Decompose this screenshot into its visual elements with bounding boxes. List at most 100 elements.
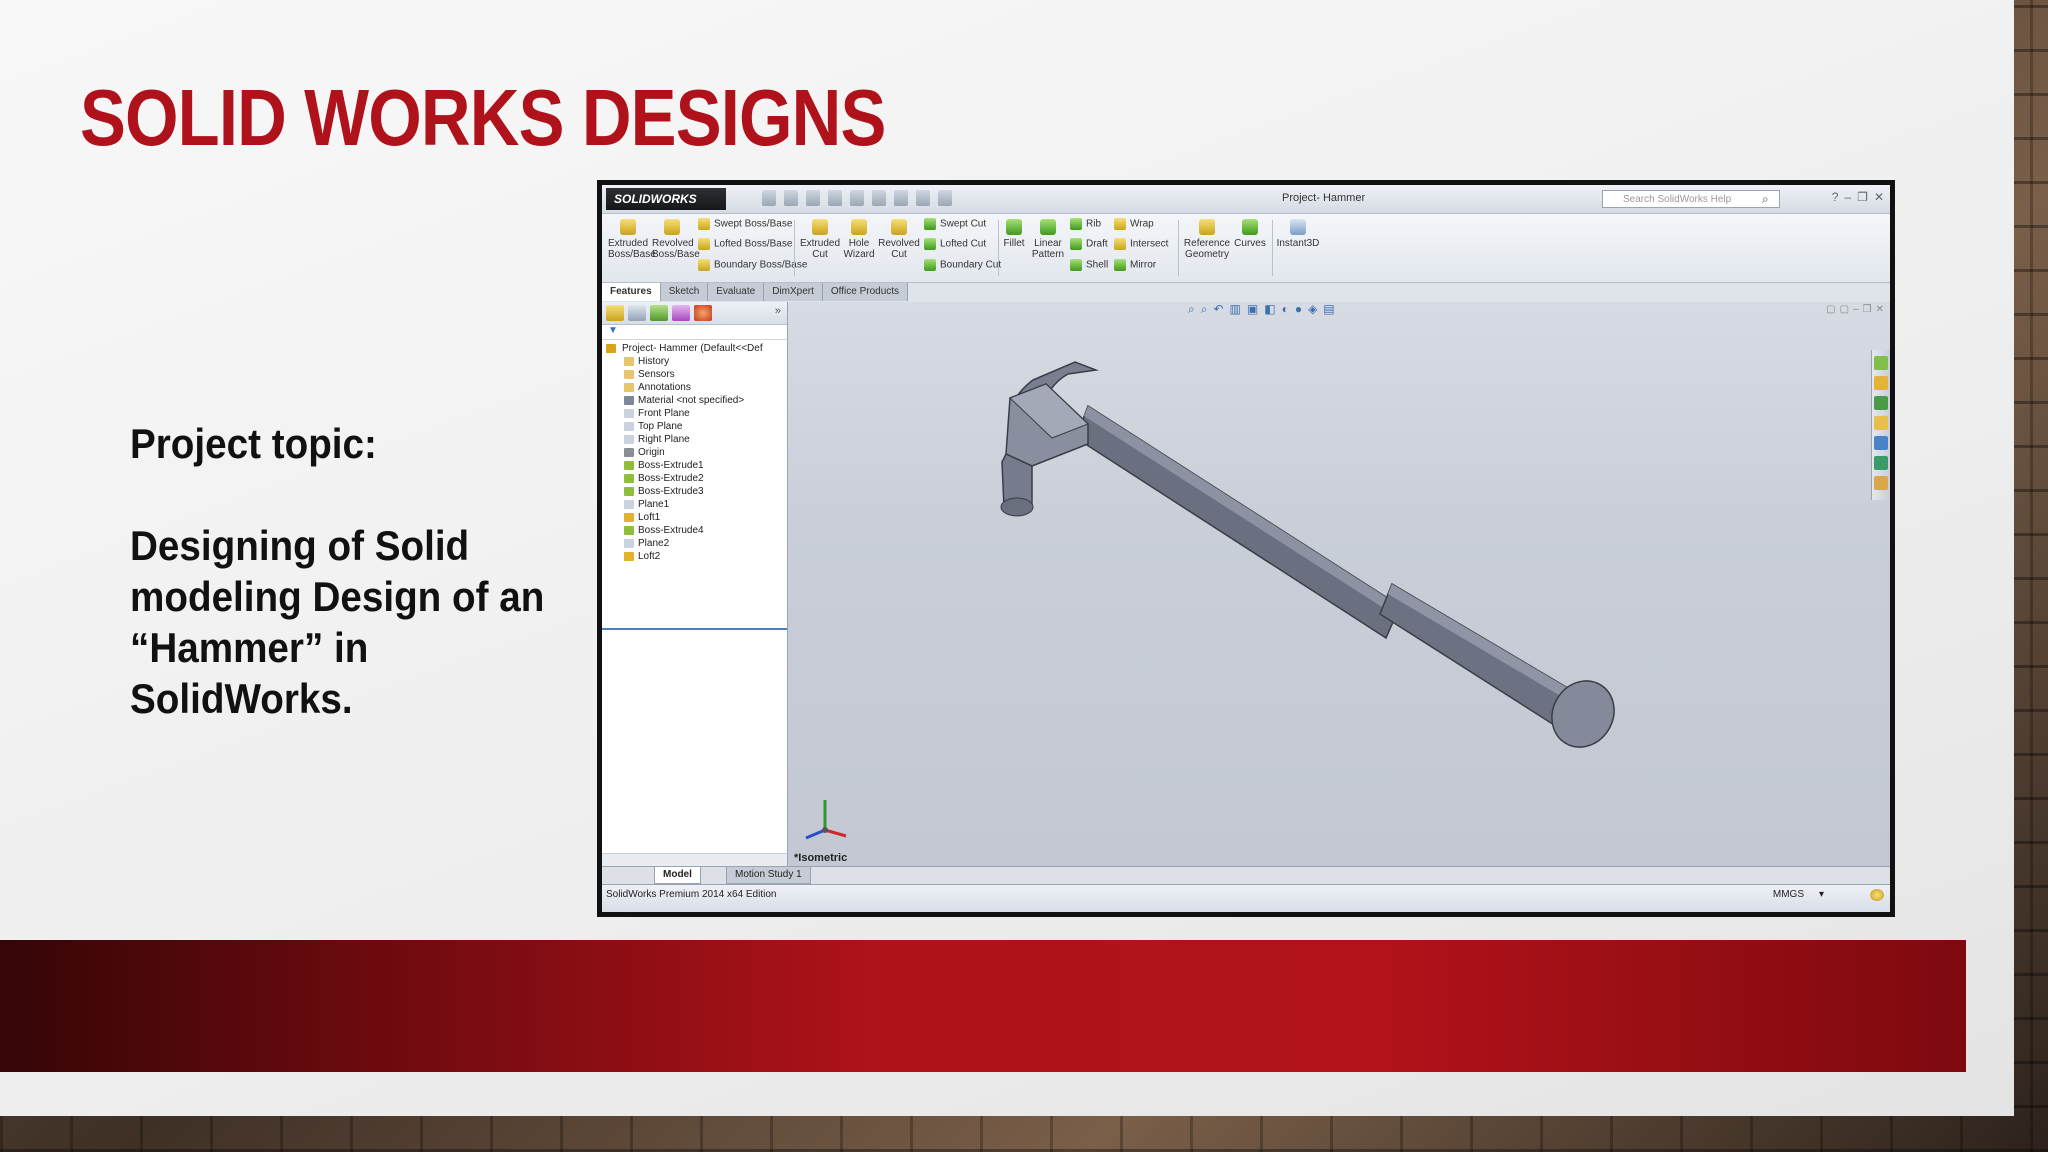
- new-icon[interactable]: [762, 190, 776, 206]
- custom-properties-icon[interactable]: [1874, 456, 1888, 470]
- extruded-cut-button[interactable]: Extruded Cut: [798, 219, 842, 260]
- boundary-cut-icon: [924, 259, 936, 271]
- slide-title: SOLID WORKS DESIGNS: [80, 73, 886, 162]
- fillet-button[interactable]: Fillet: [1002, 219, 1026, 249]
- save-icon[interactable]: [806, 190, 820, 206]
- instant3d-icon: [1290, 219, 1306, 235]
- reference-geometry-button[interactable]: Reference Geometry: [1182, 219, 1232, 260]
- tab-motion-study[interactable]: Motion Study 1: [726, 867, 811, 884]
- lofted-cut-icon: [924, 238, 936, 250]
- graphics-area[interactable]: ⌕ ⌕ ↶ ▥ ▣ ◧ ◐ ● ◈ ▤ ▢ ▢ – ❐ ✕ *Isometric: [788, 302, 1890, 866]
- design-library-icon[interactable]: [1874, 376, 1888, 390]
- tree-item-origin[interactable]: Origin: [602, 446, 787, 459]
- swept-cut-button[interactable]: Swept Cut: [924, 218, 986, 230]
- tab-features[interactable]: Features: [602, 283, 661, 301]
- tree-item-part[interactable]: Project- Hammer (Default<<Def: [602, 342, 787, 355]
- tree-item-boss-extrude1[interactable]: Boss-Extrude1: [602, 459, 787, 472]
- undo-icon[interactable]: [850, 190, 864, 206]
- help-search-input[interactable]: Search SolidWorks Help: [1602, 190, 1780, 208]
- revolved-cut-button[interactable]: Revolved Cut: [878, 219, 920, 260]
- intersect-button[interactable]: Intersect: [1114, 238, 1168, 250]
- tab-sketch[interactable]: Sketch: [660, 283, 709, 301]
- revolved-boss-button[interactable]: Revolved Boss/Base: [652, 219, 700, 260]
- chevron-down-icon[interactable]: ▾: [1819, 885, 1824, 905]
- hole-wizard-button[interactable]: Hole Wizard: [842, 219, 876, 260]
- tree-item-loft2[interactable]: Loft2: [602, 550, 787, 563]
- tree-item-plane2[interactable]: Plane2: [602, 537, 787, 550]
- file-properties-icon[interactable]: [916, 190, 930, 206]
- file-explorer-icon[interactable]: [1874, 396, 1888, 410]
- tree-item-loft1[interactable]: Loft1: [602, 511, 787, 524]
- configuration-manager-icon[interactable]: [650, 305, 668, 321]
- help-icon[interactable]: ?: [1832, 190, 1839, 204]
- lofted-cut-button[interactable]: Lofted Cut: [924, 238, 986, 250]
- tree-item-history[interactable]: History: [602, 355, 787, 368]
- document-title: Project- Hammer: [1282, 192, 1366, 204]
- tab-dimxpert[interactable]: DimXpert: [764, 283, 823, 301]
- tree-item-annotations[interactable]: Annotations: [602, 381, 787, 394]
- tree-item-plane1[interactable]: Plane1: [602, 498, 787, 511]
- units-selector[interactable]: MMGS: [1773, 885, 1804, 905]
- tree-scrollbar[interactable]: [602, 853, 787, 866]
- rebuild-status-icon[interactable]: [1870, 889, 1884, 901]
- open-icon[interactable]: [784, 190, 798, 206]
- linear-pattern-icon: [1040, 219, 1056, 235]
- tree-item-right-plane[interactable]: Right Plane: [602, 433, 787, 446]
- instant3d-button[interactable]: Instant3D: [1276, 219, 1320, 249]
- tree-filter[interactable]: ▼: [602, 325, 787, 340]
- forum-icon[interactable]: [1874, 476, 1888, 490]
- display-manager-icon[interactable]: [694, 305, 712, 321]
- tab-office-products[interactable]: Office Products: [822, 283, 909, 301]
- view-palette-icon[interactable]: [1874, 416, 1888, 430]
- shell-icon: [1070, 259, 1082, 271]
- tab-model[interactable]: Model: [654, 867, 701, 884]
- swept-cut-icon: [924, 218, 936, 230]
- expand-icon[interactable]: »: [775, 305, 781, 317]
- feature-manager-icon[interactable]: [606, 305, 624, 321]
- wrap-button[interactable]: Wrap: [1114, 218, 1154, 230]
- draft-button[interactable]: Draft: [1070, 238, 1108, 250]
- tree-item-boss-extrude4[interactable]: Boss-Extrude4: [602, 524, 787, 537]
- tree-item-material[interactable]: Material <not specified>: [602, 394, 787, 407]
- tree-item-boss-extrude2[interactable]: Boss-Extrude2: [602, 472, 787, 485]
- dimxpert-manager-icon[interactable]: [672, 305, 690, 321]
- extrude-icon: [624, 461, 634, 470]
- split-view-icon[interactable]: ▢: [1826, 304, 1835, 315]
- mirror-button[interactable]: Mirror: [1114, 259, 1156, 271]
- tree-item-front-plane[interactable]: Front Plane: [602, 407, 787, 420]
- options-icon[interactable]: [938, 190, 952, 206]
- extrude-icon: [624, 526, 634, 535]
- print-icon[interactable]: [828, 190, 842, 206]
- restore-icon[interactable]: ❐: [1857, 190, 1868, 204]
- rebuild-icon[interactable]: [894, 190, 908, 206]
- solidworks-logo[interactable]: SOLIDWORKS: [606, 188, 726, 210]
- rib-button[interactable]: Rib: [1070, 218, 1101, 230]
- revolved-cut-icon: [891, 219, 907, 235]
- curves-button[interactable]: Curves: [1234, 219, 1266, 249]
- close-icon[interactable]: ✕: [1874, 190, 1884, 204]
- tree-item-boss-extrude3[interactable]: Boss-Extrude3: [602, 485, 787, 498]
- extrude-icon: [624, 474, 634, 483]
- search-icon[interactable]: ⌕: [1762, 192, 1769, 207]
- intersect-icon: [1114, 238, 1126, 250]
- close-icon[interactable]: ✕: [1876, 304, 1884, 315]
- tree-item-top-plane[interactable]: Top Plane: [602, 420, 787, 433]
- tab-evaluate[interactable]: Evaluate: [708, 283, 765, 301]
- boundary-boss-button[interactable]: Boundary Boss/Base: [698, 259, 807, 271]
- property-manager-icon[interactable]: [628, 305, 646, 321]
- boundary-cut-button[interactable]: Boundary Cut: [924, 259, 1001, 271]
- resources-icon[interactable]: [1874, 356, 1888, 370]
- extruded-boss-button[interactable]: Extruded Boss/Base: [608, 219, 656, 260]
- swept-boss-button[interactable]: Swept Boss/Base: [698, 218, 792, 230]
- tree-item-sensors[interactable]: Sensors: [602, 368, 787, 381]
- restore-icon[interactable]: ❐: [1863, 304, 1872, 315]
- appearances-icon[interactable]: [1874, 436, 1888, 450]
- select-icon[interactable]: [872, 190, 886, 206]
- shell-button[interactable]: Shell: [1070, 259, 1108, 271]
- linear-pattern-button[interactable]: Linear Pattern: [1028, 219, 1068, 260]
- annotations-icon: [624, 383, 634, 392]
- minimize-icon[interactable]: –: [1844, 190, 1851, 204]
- lofted-boss-button[interactable]: Lofted Boss/Base: [698, 238, 792, 250]
- minimize-icon[interactable]: –: [1853, 304, 1859, 315]
- split-view-icon[interactable]: ▢: [1840, 304, 1849, 315]
